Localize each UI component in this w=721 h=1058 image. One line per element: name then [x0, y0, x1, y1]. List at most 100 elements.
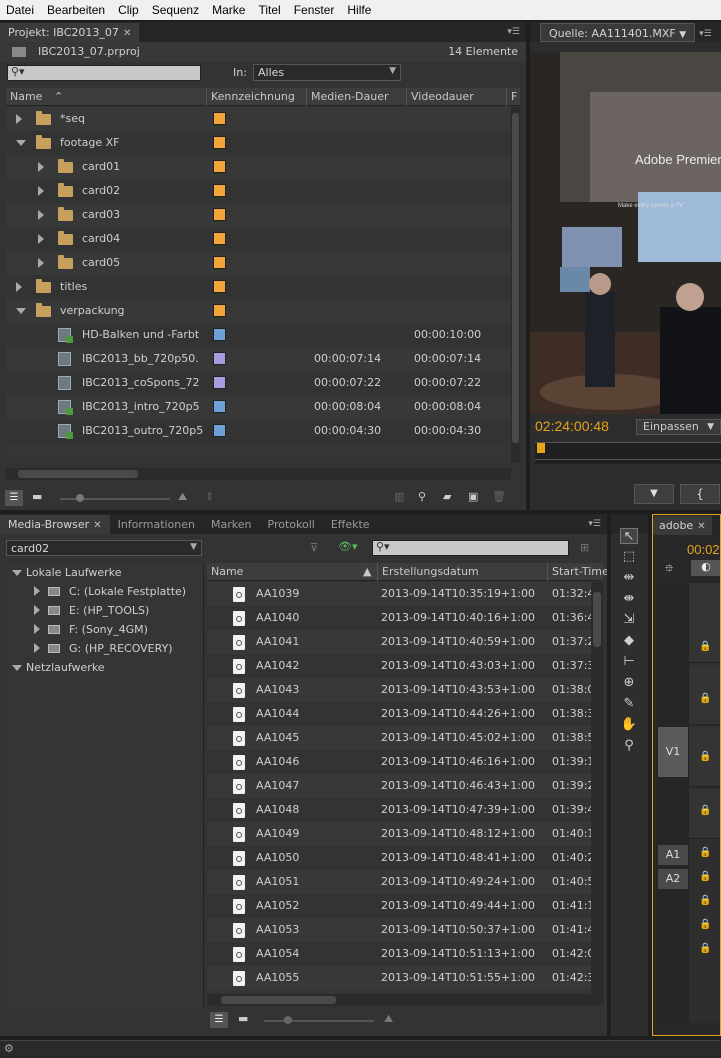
automate-icon[interactable]: ▥	[394, 490, 404, 503]
search-input[interactable]: ⚲▾	[7, 65, 201, 81]
tab-media-browser[interactable]: Media-Browser ✕	[0, 515, 110, 534]
label-swatch[interactable]	[213, 424, 226, 437]
timeline-timecode[interactable]: 00:02	[687, 542, 720, 557]
folder-select[interactable]: card02 ▼	[6, 540, 202, 556]
tab-project[interactable]: Projekt: IBC2013_07 ✕	[0, 23, 140, 42]
selection-tool-icon[interactable]: ↖	[620, 528, 638, 544]
project-row[interactable]: *seq	[6, 107, 511, 131]
menu-marke[interactable]: Marke	[212, 3, 245, 17]
tree-drive[interactable]: E: (HP_TOOLS)	[6, 601, 204, 620]
file-row[interactable]: AA1051 2013-09-14T10:49:24+1:00 01:40:5	[207, 870, 591, 894]
tab-marken[interactable]: Marken	[203, 515, 259, 534]
slip-tool-icon[interactable]: ⊢	[620, 654, 638, 670]
tab-source[interactable]: Quelle: AA111401.MXF ▼	[540, 23, 696, 42]
disclosure-open-icon[interactable]	[16, 140, 26, 146]
col-label[interactable]: Kennzeichnung	[206, 88, 306, 106]
file-row[interactable]: AA1055 2013-09-14T10:51:55+1:00 01:42:3	[207, 966, 591, 990]
file-row[interactable]: AA1040 2013-09-14T10:40:16+1:00 01:36:4	[207, 606, 591, 630]
label-swatch[interactable]	[213, 112, 226, 125]
project-row[interactable]: footage XF	[6, 131, 511, 155]
menu-titel[interactable]: Titel	[258, 3, 280, 17]
browser-search-input[interactable]: ⚲▾	[372, 540, 569, 556]
label-swatch[interactable]	[213, 400, 226, 413]
tab-effekte[interactable]: Effekte	[323, 515, 378, 534]
track-v1-label[interactable]: V1	[658, 727, 688, 777]
file-row[interactable]: AA1042 2013-09-14T10:43:03+1:00 01:37:3	[207, 654, 591, 678]
label-swatch[interactable]	[213, 232, 226, 245]
lock-icon[interactable]: 🔒	[699, 693, 711, 704]
col-media-duration[interactable]: Medien-Dauer	[306, 88, 406, 106]
tab-menu-icon[interactable]: ▾☰	[699, 29, 712, 39]
menu-clip[interactable]: Clip	[118, 3, 139, 17]
razor-tool-icon[interactable]: ◆	[620, 633, 638, 649]
label-swatch[interactable]	[213, 184, 226, 197]
file-vertical-scrollbar[interactable]	[591, 582, 603, 994]
close-icon[interactable]: ✕	[123, 28, 131, 39]
slide-tool-icon[interactable]: ⊕	[620, 675, 638, 691]
disclosure-closed-icon[interactable]	[16, 114, 22, 124]
ripple-edit-tool-icon[interactable]: ⇹	[620, 570, 638, 586]
col-video-duration[interactable]: Videodauer	[406, 88, 506, 106]
zoom-slider[interactable]	[60, 494, 170, 502]
tree-drive[interactable]: G: (HP_RECOVERY)	[6, 639, 204, 658]
label-swatch[interactable]	[213, 136, 226, 149]
disclosure-closed-icon[interactable]	[38, 186, 44, 196]
fit-select[interactable]: Einpassen ▼	[636, 419, 721, 435]
file-row[interactable]: AA1054 2013-09-14T10:51:13+1:00 01:42:0	[207, 942, 591, 966]
zoom-slider[interactable]	[264, 1016, 374, 1024]
file-row[interactable]: AA1048 2013-09-14T10:47:39+1:00 01:39:4	[207, 798, 591, 822]
file-horizontal-scrollbar[interactable]	[207, 994, 603, 1006]
disclosure-closed-icon[interactable]	[38, 162, 44, 172]
zoom-tool-icon[interactable]: ⚲	[620, 738, 638, 754]
tree-drive[interactable]: F: (Sony_4GM)	[6, 620, 204, 639]
track-a2-label[interactable]: A2	[658, 869, 688, 889]
track-a1-label[interactable]: A1	[658, 845, 688, 865]
mark-in-button[interactable]: ▼	[634, 484, 674, 504]
sort-icon[interactable]: ⇕	[205, 490, 214, 503]
lock-icon[interactable]: 🔒	[699, 895, 711, 906]
project-row[interactable]: verpackung	[6, 299, 511, 323]
project-row[interactable]: HD-Balken und -Farbt 00:00:10:00	[6, 323, 511, 347]
disclosure-closed-icon[interactable]	[16, 282, 22, 292]
lock-icon[interactable]: 🔒	[699, 641, 711, 652]
list-view-icon[interactable]: ☰	[210, 1012, 228, 1028]
search-icon[interactable]: ⚲	[418, 490, 426, 503]
new-bin-icon[interactable]: ▰	[443, 490, 451, 503]
file-row[interactable]: AA1045 2013-09-14T10:45:02+1:00 01:38:5	[207, 726, 591, 750]
disclosure-open-icon[interactable]	[12, 570, 22, 576]
col-created[interactable]: Erstellungsdatum	[377, 563, 547, 581]
file-row[interactable]: AA1043 2013-09-14T10:43:53+1:00 01:38:0	[207, 678, 591, 702]
project-row[interactable]: card02	[6, 179, 511, 203]
label-swatch[interactable]	[213, 256, 226, 269]
disclosure-closed-icon[interactable]	[34, 643, 40, 653]
rolling-edit-tool-icon[interactable]: ⇼	[620, 591, 638, 607]
file-row[interactable]: AA1050 2013-09-14T10:48:41+1:00 01:40:2	[207, 846, 591, 870]
close-icon[interactable]: ✕	[93, 520, 101, 531]
file-row[interactable]: AA1052 2013-09-14T10:49:44+1:00 01:41:1	[207, 894, 591, 918]
menu-datei[interactable]: Datei	[6, 3, 34, 17]
list-view-icon[interactable]: ☰	[5, 490, 23, 506]
hand-tool-icon[interactable]: ✋	[620, 717, 638, 733]
project-row[interactable]: titles	[6, 275, 511, 299]
menu-sequenz[interactable]: Sequenz	[152, 3, 199, 17]
disclosure-closed-icon[interactable]	[38, 210, 44, 220]
mark-out-button[interactable]: {	[680, 484, 720, 504]
menu-fenster[interactable]: Fenster	[294, 3, 335, 17]
icon-view-icon[interactable]: ▬	[32, 490, 42, 503]
tree-drive[interactable]: C: (Lokale Festplatte)	[6, 582, 204, 601]
source-time-ruler[interactable]	[535, 442, 721, 464]
lock-icon[interactable]: 🔒	[699, 847, 711, 858]
project-row[interactable]: card03	[6, 203, 511, 227]
snap-icon[interactable]: ⯐	[665, 560, 673, 579]
menu-hilfe[interactable]: Hilfe	[347, 3, 371, 17]
lock-icon[interactable]: 🔒	[699, 805, 711, 816]
tree-group[interactable]: Lokale Laufwerke	[6, 563, 204, 582]
pen-tool-icon[interactable]: ✎	[620, 696, 638, 712]
label-swatch[interactable]	[213, 328, 226, 341]
col-name[interactable]: Name ▲	[207, 563, 377, 581]
track-select-tool-icon[interactable]: ⬚	[620, 549, 638, 565]
disclosure-open-icon[interactable]	[12, 665, 22, 671]
panel-menu-icon[interactable]: ▾☰	[588, 519, 601, 529]
file-row[interactable]: AA1039 2013-09-14T10:35:19+1:00 01:32:4	[207, 582, 591, 606]
file-row[interactable]: AA1053 2013-09-14T10:50:37+1:00 01:41:4	[207, 918, 591, 942]
